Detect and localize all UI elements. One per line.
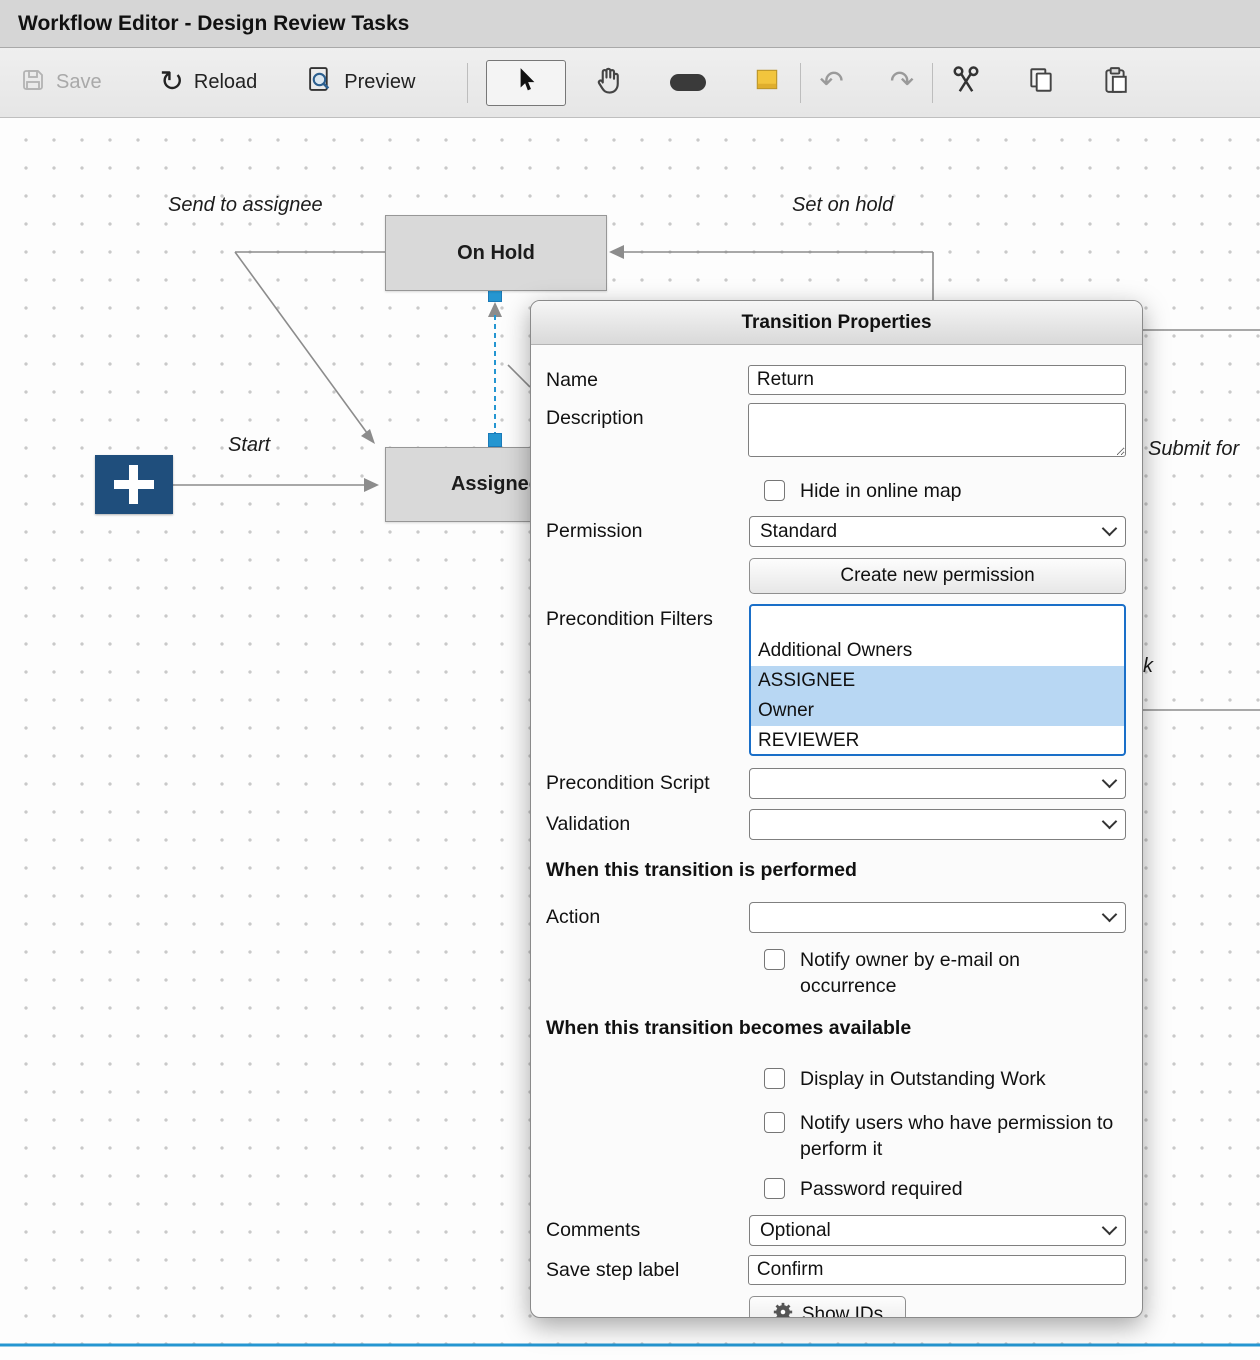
notify-users-row: Notify users who have permission to perf… xyxy=(764,1110,1126,1162)
chevron-down-icon xyxy=(1102,521,1118,537)
chevron-down-icon xyxy=(1102,1220,1118,1236)
filter-option[interactable]: REVIEWER xyxy=(751,726,1124,756)
comments-label: Comments xyxy=(546,1215,749,1242)
dialog-title-bar[interactable]: Transition Properties xyxy=(531,301,1142,345)
workflow-editor-window: Workflow Editor - Design Review Tasks Sa… xyxy=(0,0,1260,1360)
reload-icon: ↻ xyxy=(160,68,184,97)
copy-icon xyxy=(1027,66,1055,100)
state-tool-button[interactable] xyxy=(670,74,706,91)
show-ids-button[interactable]: Show IDs xyxy=(749,1296,906,1318)
precondition-filters-label: Precondition Filters xyxy=(546,604,749,631)
paste-button[interactable] xyxy=(1101,66,1129,100)
precondition-filters-listbox[interactable]: Additional Owners ASSIGNEE Owner REVIEWE… xyxy=(749,604,1126,756)
hide-in-online-map-row: Hide in online map xyxy=(764,478,1126,504)
display-outstanding-row: Display in Outstanding Work xyxy=(764,1066,1126,1092)
note-tool-button[interactable] xyxy=(752,66,782,100)
name-label: Name xyxy=(546,365,748,392)
comments-value: Optional xyxy=(760,1220,1104,1242)
reload-label: Reload xyxy=(194,71,257,94)
plus-icon xyxy=(129,465,138,504)
notify-owner-checkbox[interactable] xyxy=(764,949,785,970)
precondition-script-label: Precondition Script xyxy=(546,768,749,795)
transition-handle-bottom[interactable] xyxy=(489,434,502,447)
save-label: Save xyxy=(56,71,102,94)
undo-icon: ↶ xyxy=(819,68,843,97)
toolbar-separator xyxy=(800,63,801,103)
hide-in-online-map-checkbox[interactable] xyxy=(764,480,785,501)
save-button[interactable]: Save xyxy=(20,67,102,99)
note-icon xyxy=(752,66,782,100)
notify-users-checkbox[interactable] xyxy=(764,1112,785,1133)
toolbar: Save ↻ Reload Preview xyxy=(0,48,1260,118)
chevron-down-icon xyxy=(1102,773,1118,789)
transition-label-submit-for[interactable]: Submit for xyxy=(1148,438,1239,461)
toolbar-separator xyxy=(467,63,468,103)
validation-label: Validation xyxy=(546,809,749,836)
cursor-icon xyxy=(513,66,539,99)
permission-select[interactable]: Standard xyxy=(749,516,1126,547)
filter-option[interactable]: Additional Owners xyxy=(751,636,1124,666)
copy-button[interactable] xyxy=(1027,66,1055,100)
filter-option[interactable] xyxy=(751,606,1124,636)
save-step-label: Save step label xyxy=(546,1255,748,1282)
save-step-input[interactable] xyxy=(748,1255,1126,1285)
state-shape-icon xyxy=(670,74,706,91)
pan-tool-button[interactable] xyxy=(594,65,624,101)
scissors-icon xyxy=(951,65,981,101)
hand-icon xyxy=(594,65,624,101)
hide-in-online-map-label: Hide in online map xyxy=(800,478,962,504)
filter-option[interactable]: Owner xyxy=(751,696,1124,726)
section-when-available: When this transition becomes available xyxy=(546,1017,1126,1040)
password-required-checkbox[interactable] xyxy=(764,1178,785,1199)
dialog-body: Name Description Hide in online map Perm… xyxy=(531,345,1142,1318)
display-outstanding-checkbox[interactable] xyxy=(764,1068,785,1089)
transition-label-fragment: k xyxy=(1143,655,1153,678)
preview-icon xyxy=(307,66,334,99)
reload-button[interactable]: ↻ Reload xyxy=(160,68,258,97)
transition-label-send-to-assignee[interactable]: Send to assignee xyxy=(168,194,323,217)
chevron-down-icon xyxy=(1102,814,1118,830)
save-icon xyxy=(20,67,46,99)
preview-button[interactable]: Preview xyxy=(307,66,415,99)
precondition-script-select[interactable] xyxy=(749,768,1126,799)
password-required-row: Password required xyxy=(764,1176,1126,1202)
notify-users-label: Notify users who have permission to perf… xyxy=(800,1110,1118,1162)
display-outstanding-label: Display in Outstanding Work xyxy=(800,1066,1046,1092)
gear-icon xyxy=(772,1301,794,1318)
redo-button[interactable]: ↷ xyxy=(890,68,914,97)
action-label: Action xyxy=(546,902,749,929)
select-tool-button[interactable] xyxy=(486,60,566,106)
description-input[interactable] xyxy=(748,403,1126,457)
preview-label: Preview xyxy=(344,71,415,94)
undo-button[interactable]: ↶ xyxy=(819,68,843,97)
name-input[interactable] xyxy=(748,365,1126,395)
redo-icon: ↷ xyxy=(890,68,914,97)
comments-select[interactable]: Optional xyxy=(749,1215,1126,1246)
create-new-permission-button[interactable]: Create new permission xyxy=(749,558,1126,594)
notify-owner-row: Notify owner by e-mail on occurrence xyxy=(764,947,1126,999)
action-select[interactable] xyxy=(749,902,1126,933)
filter-option[interactable]: ASSIGNEE xyxy=(751,666,1124,696)
chevron-down-icon xyxy=(1102,907,1118,923)
cut-button[interactable] xyxy=(951,65,981,101)
title-bar: Workflow Editor - Design Review Tasks xyxy=(0,0,1260,48)
validation-select[interactable] xyxy=(749,809,1126,840)
transition-properties-dialog: Transition Properties Name Description H… xyxy=(530,300,1143,1318)
show-ids-label: Show IDs xyxy=(802,1304,883,1318)
toolbar-separator xyxy=(932,63,933,103)
description-label: Description xyxy=(546,403,748,430)
start-node[interactable] xyxy=(95,455,173,514)
paste-icon xyxy=(1101,66,1129,100)
transition-label-set-on-hold[interactable]: Set on hold xyxy=(792,194,893,217)
state-node-on-hold[interactable]: On Hold xyxy=(385,215,607,291)
transition-label-start[interactable]: Start xyxy=(228,434,270,457)
window-title: Workflow Editor - Design Review Tasks xyxy=(18,12,409,36)
notify-owner-label: Notify owner by e-mail on occurrence xyxy=(800,947,1118,999)
password-required-label: Password required xyxy=(800,1176,963,1202)
section-when-performed: When this transition is performed xyxy=(546,859,1126,882)
permission-label: Permission xyxy=(546,516,749,543)
dialog-title: Transition Properties xyxy=(741,312,931,334)
permission-value: Standard xyxy=(760,521,1104,543)
